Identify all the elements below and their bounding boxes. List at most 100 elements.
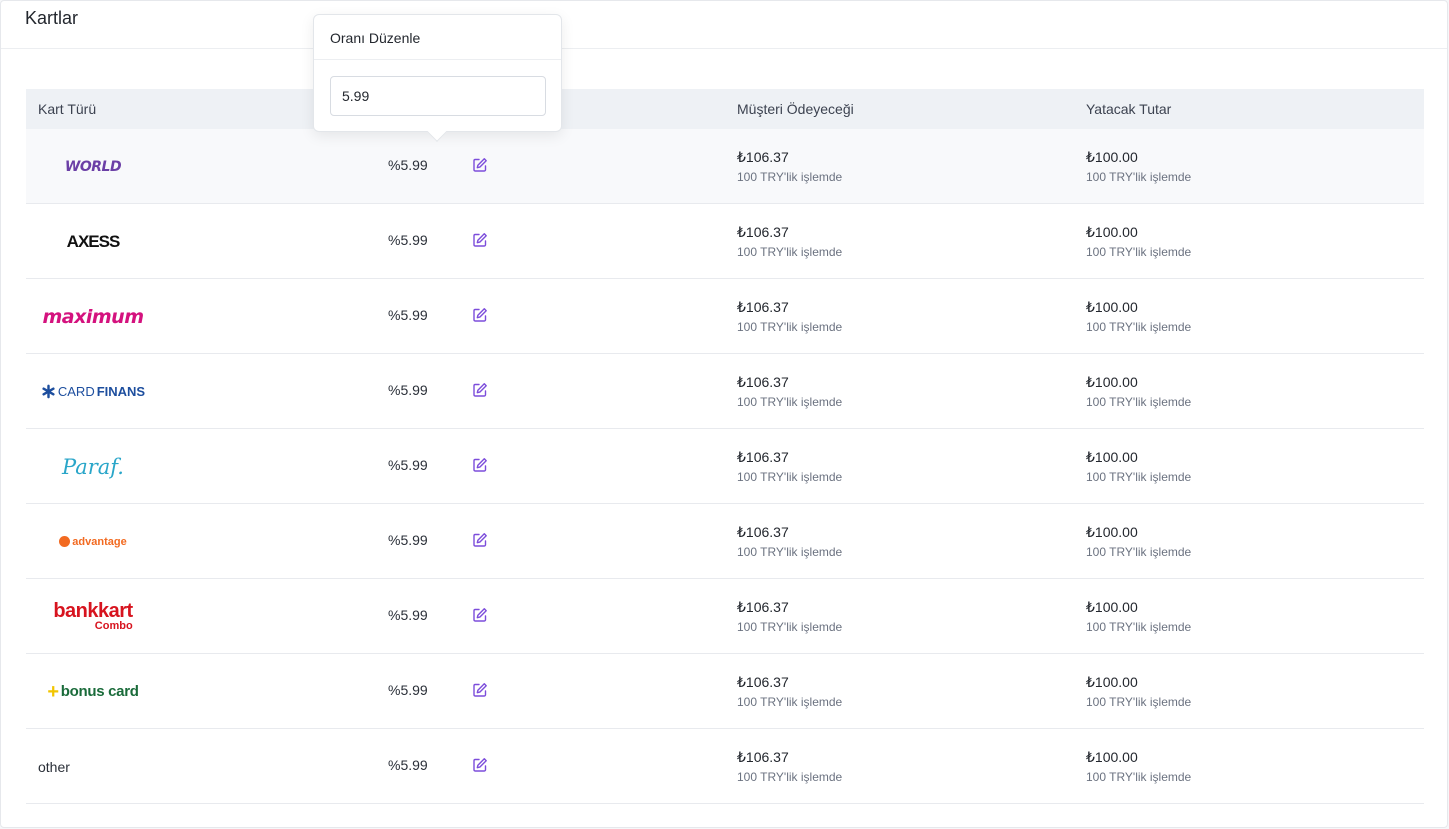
page-title: Kartlar [25,8,79,28]
header-card-type: Kart Türü [38,101,97,117]
asterisk-icon [42,384,55,399]
customer-pays-note: 100 TRY'lik işlemde [737,245,843,259]
rate-value: %5.99 [388,457,428,473]
customer-pays-amount: ₺106.37 [737,749,789,765]
deposit-note: 100 TRY'lik işlemde [1086,320,1192,334]
edit-icon[interactable] [472,757,488,773]
deposit-amount: ₺100.00 [1086,749,1138,765]
deposit-amount: ₺100.00 [1086,299,1138,315]
customer-pays-amount: ₺106.37 [737,299,789,315]
customer-pays-note: 100 TRY'lik işlemde [737,695,843,709]
rate-value: %5.99 [388,307,428,323]
rate-value: %5.99 [388,157,428,173]
other-card-cell: other [38,729,148,804]
customer-pays-note: 100 TRY'lik işlemde [737,170,843,184]
edit-icon[interactable] [472,307,488,323]
edit-icon[interactable] [472,457,488,473]
edit-rate-popover: Oranı Düzenle [313,14,562,142]
advantage-logo-text: advantage [59,536,127,548]
deposit-cell: ₺100.00 100 TRY'lik işlemde [1086,224,1191,259]
customer-pays-note: 100 TRY'lik işlemde [737,620,843,634]
maximum-logo-text: maximum [42,305,144,328]
customer-pays-cell: ₺106.37 100 TRY'lik işlemde [737,599,842,634]
cardfinans-logo-text: CARD FINANS [41,384,145,399]
deposit-cell: ₺100.00 100 TRY'lik işlemde [1086,374,1191,409]
deposit-note: 100 TRY'lik işlemde [1086,470,1192,484]
table-header: Kart Türü Müşteri Ödeyeceği Yatacak Tuta… [26,89,1424,129]
deposit-cell: ₺100.00 100 TRY'lik işlemde [1086,674,1191,709]
deposit-cell: ₺100.00 100 TRY'lik işlemde [1086,524,1191,559]
paraf-logo: Paraf. [38,429,148,504]
bankkart-logo: bankkart Combo [38,579,148,654]
customer-pays-cell: ₺106.37 100 TRY'lik işlemde [737,674,842,709]
customer-pays-cell: ₺106.37 100 TRY'lik işlemde [737,224,842,259]
customer-pays-cell: ₺106.37 100 TRY'lik işlemde [737,524,842,559]
customer-pays-cell: ₺106.37 100 TRY'lik işlemde [737,149,842,184]
rate-value: %5.99 [388,532,428,548]
table-row: other %5.99 ₺106.37 100 TRY'lik işlemde … [26,729,1424,804]
customer-pays-amount: ₺106.37 [737,599,789,615]
header-customer-pays: Müşteri Ödeyeceği [737,101,854,117]
bankkart-logo-text: bankkart Combo [53,601,133,632]
customer-pays-amount: ₺106.37 [737,524,789,540]
customer-pays-amount: ₺106.37 [737,449,789,465]
deposit-amount: ₺100.00 [1086,449,1138,465]
rate-value: %5.99 [388,232,428,248]
advantage-mark-icon [59,536,71,547]
deposit-note: 100 TRY'lik işlemde [1086,245,1192,259]
deposit-amount: ₺100.00 [1086,674,1138,690]
advantage-logo: advantage [38,504,148,579]
deposit-amount: ₺100.00 [1086,599,1138,615]
rate-value: %5.99 [388,682,428,698]
edit-icon[interactable] [472,607,488,623]
customer-pays-note: 100 TRY'lik işlemde [737,320,843,334]
bonus-card-word: bonus card [60,683,139,700]
table-row: advantage %5.99 ₺106.37 100 TRY'lik işle… [26,504,1424,579]
cardfinans-prefix: CARD [57,384,95,399]
customer-pays-note: 100 TRY'lik işlemde [737,770,843,784]
customer-pays-cell: ₺106.37 100 TRY'lik işlemde [737,749,842,784]
customer-pays-amount: ₺106.37 [737,674,789,690]
edit-icon[interactable] [472,532,488,548]
customer-pays-amount: ₺106.37 [737,374,789,390]
deposit-note: 100 TRY'lik işlemde [1086,170,1192,184]
bankkart-sub: Combo [94,620,133,632]
table-row: bankkart Combo %5.99 ₺106.37 100 TRY'lik… [26,579,1424,654]
deposit-note: 100 TRY'lik işlemde [1086,545,1192,559]
header-deposit-amount: Yatacak Tutar [1086,101,1172,117]
deposit-cell: ₺100.00 100 TRY'lik işlemde [1086,599,1191,634]
rate-input[interactable] [330,76,546,116]
customer-pays-note: 100 TRY'lik işlemde [737,545,843,559]
deposit-amount: ₺100.00 [1086,374,1138,390]
edit-icon[interactable] [472,682,488,698]
edit-icon[interactable] [472,232,488,248]
cards-panel: Kartlar Kart Türü Müşteri Ödeyeceği Yata… [0,0,1448,828]
rate-value: %5.99 [388,382,428,398]
customer-pays-cell: ₺106.37 100 TRY'lik işlemde [737,449,842,484]
table-row: WORLD %5.99 ₺106.37 100 TRY'lik işlemde … [26,129,1424,204]
table-row: CARD FINANS %5.99 ₺106.37 100 TRY'lik işl… [26,354,1424,429]
edit-icon[interactable] [472,157,488,173]
customer-pays-cell: ₺106.37 100 TRY'lik işlemde [737,299,842,334]
customer-pays-note: 100 TRY'lik işlemde [737,395,843,409]
rate-value: %5.99 [388,607,428,623]
bonus-card-logo-text: + bonus card [47,680,139,703]
world-logo: WORLD [38,129,148,204]
edit-icon[interactable] [472,382,488,398]
deposit-cell: ₺100.00 100 TRY'lik işlemde [1086,299,1191,334]
cards-table: Kart Türü Müşteri Ödeyeceği Yatacak Tuta… [26,89,1424,804]
deposit-amount: ₺100.00 [1086,149,1138,165]
axess-logo-text: AXESS [66,231,121,251]
table-row: + bonus card %5.99 ₺106.37 100 TRY'lik i… [26,654,1424,729]
other-card-label: other [38,758,70,775]
deposit-note: 100 TRY'lik işlemde [1086,770,1192,784]
popover-title: Oranı Düzenle [314,15,561,60]
customer-pays-amount: ₺106.37 [737,224,789,240]
plus-icon: + [47,680,59,703]
deposit-note: 100 TRY'lik işlemde [1086,695,1192,709]
maximum-logo: maximum [38,279,148,354]
world-logo-text: WORLD [64,158,122,175]
customer-pays-note: 100 TRY'lik işlemde [737,470,843,484]
customer-pays-amount: ₺106.37 [737,149,789,165]
card-header: Kartlar [1,1,1447,49]
